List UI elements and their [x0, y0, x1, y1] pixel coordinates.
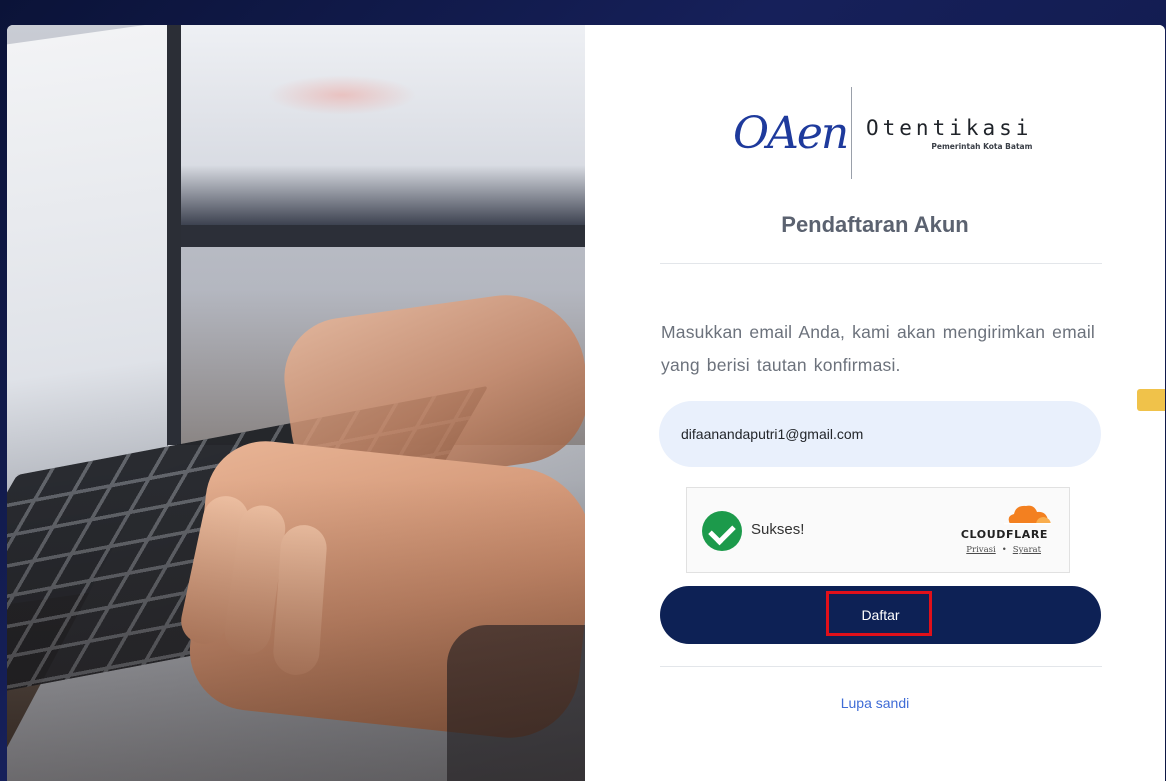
logo-signature: OAen	[733, 107, 849, 159]
logo-subtitle: Pemerintah Kota Batam	[931, 141, 1033, 151]
cloudflare-links: Privasi • Syarat	[966, 545, 1041, 555]
hero-image-laptop-typing	[7, 25, 585, 781]
divider-top	[660, 263, 1102, 264]
cloudflare-turnstile-widget[interactable]: Sukses! CLOUDFLARE Privasi • Syarat	[686, 487, 1070, 573]
cloudflare-cloud-icon	[1004, 505, 1051, 525]
page-title: Pendaftaran Akun	[781, 212, 969, 237]
cloudflare-brand: CLOUDFLARE	[960, 528, 1048, 541]
forgot-password-link[interactable]: Lupa sandi	[585, 695, 1165, 711]
terms-link[interactable]: Syarat	[1013, 545, 1041, 555]
instruction-text: Masukkan email Anda, kami akan mengirimk…	[661, 322, 1096, 375]
captcha-status: Sukses!	[751, 521, 805, 538]
email-input[interactable]	[659, 401, 1101, 467]
divider-bottom	[660, 666, 1102, 667]
check-circle-icon	[702, 511, 742, 551]
register-button[interactable]: Daftar	[660, 586, 1101, 644]
logo-divider	[851, 87, 852, 179]
logo-title: Otentikasi	[866, 115, 1033, 140]
site-logo: OAen Otentikasi Pemerintah Kota Batam	[733, 87, 1032, 179]
side-tab-marker	[1137, 389, 1165, 411]
privacy-link[interactable]: Privasi	[966, 545, 995, 555]
registration-panel: OAen Otentikasi Pemerintah Kota Batam Pe…	[585, 25, 1165, 781]
auth-card: OAen Otentikasi Pemerintah Kota Batam Pe…	[7, 25, 1165, 781]
